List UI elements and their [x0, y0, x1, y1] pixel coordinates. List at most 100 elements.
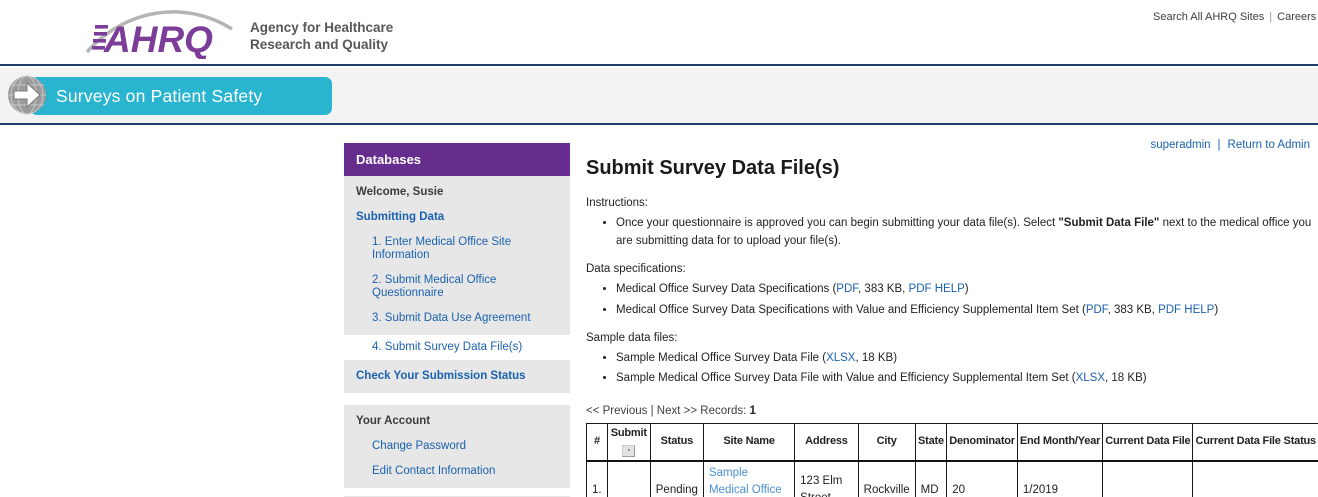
- cell-state: MD: [915, 461, 947, 497]
- nav-separator: |: [1269, 11, 1272, 23]
- submit-data-use-agreement-link[interactable]: 3. Submit Data Use Agreement: [372, 312, 531, 324]
- site-header: AHRQ Agency for Healthcare Research and …: [0, 0, 1318, 66]
- col-header-current-data-file-status: Current Data File Status: [1193, 424, 1318, 461]
- spec2-pdf-help-link[interactable]: PDF HELP: [1158, 304, 1214, 316]
- sample-item: Sample Medical Office Survey Data File (…: [616, 349, 1318, 367]
- sidebar-item-enter-site-information[interactable]: 1. Enter Medical Office Site Information: [344, 230, 570, 268]
- sidebar-your-account: Your Account: [344, 405, 570, 434]
- agency-name-line2: Research and Quality: [250, 37, 393, 54]
- spec-text: , 383 KB,: [858, 283, 909, 295]
- your-account-label: Your Account: [356, 415, 430, 427]
- sidebar-item-submit-data-use-agreement[interactable]: 3. Submit Data Use Agreement: [344, 306, 570, 335]
- col-header-submit: Submit ▪: [607, 424, 650, 461]
- cell-row-number: 1.: [587, 461, 608, 497]
- col-header-site-name: Site Name: [703, 424, 794, 461]
- submitting-data-link[interactable]: Submitting Data: [356, 211, 444, 223]
- program-banner-strip: Surveys on Patient Safety Culture™: [0, 68, 1318, 125]
- instruction-text: Once your questionnaire is approved you …: [616, 217, 1058, 229]
- pagination-top: << Previous | Next >> Records: 1: [586, 403, 1318, 420]
- cell-submit: [607, 461, 650, 497]
- cell-site-name: Sample Medical Office A: [703, 461, 794, 497]
- table-header-row: # Submit ▪ Status Site Name Address City…: [587, 424, 1318, 461]
- sample2-xlsx-link[interactable]: XLSX: [1076, 372, 1105, 384]
- sidebar-item-submitting-data[interactable]: Submitting Data: [344, 205, 570, 230]
- instructions-label: Instructions:: [586, 195, 1318, 212]
- trademark-symbol: ™: [114, 129, 122, 138]
- col-header-number: #: [587, 424, 608, 461]
- cell-address: 123 Elm Street: [795, 461, 859, 497]
- nav-careers[interactable]: Careers: [1277, 11, 1316, 23]
- sidebar-item-submit-survey-data-files[interactable]: 4. Submit Survey Data File(s): [344, 335, 570, 360]
- col-header-submit-label: Submit: [610, 426, 648, 442]
- sample-text: Sample Medical Office Survey Data File (: [616, 352, 826, 364]
- main-content: Submit Survey Data File(s) Instructions:…: [586, 148, 1318, 497]
- col-header-state: State: [915, 424, 947, 461]
- sidebar-item-edit-contact-information[interactable]: Edit Contact Information: [344, 459, 570, 488]
- top-utility-nav: Search All AHRQ Sites|Careers|Contact Us: [1153, 11, 1318, 23]
- previous-page-control[interactable]: << Previous: [586, 405, 647, 417]
- pagination-separator: |: [651, 405, 654, 417]
- submit-survey-data-files-link[interactable]: 4. Submit Survey Data File(s): [372, 341, 522, 353]
- sample-text: Sample Medical Office Survey Data File w…: [616, 372, 1076, 384]
- instruction-item: Once your questionnaire is approved you …: [616, 214, 1318, 251]
- nav-search-all-ahrq-sites[interactable]: Search All AHRQ Sites: [1153, 11, 1264, 23]
- cell-city: Rockville: [858, 461, 915, 497]
- next-page-control[interactable]: Next >>: [657, 405, 697, 417]
- ahrq-logo-graphic: AHRQ: [84, 5, 236, 59]
- agency-name: Agency for Healthcare Research and Quali…: [250, 20, 393, 54]
- sample1-xlsx-link[interactable]: XLSX: [826, 352, 855, 364]
- col-header-city: City: [858, 424, 915, 461]
- sample-files-label: Sample data files:: [586, 330, 1318, 347]
- sidebar-gap: [344, 393, 570, 405]
- records-count: 1: [750, 405, 756, 417]
- agency-name-line1: Agency for Healthcare: [250, 20, 393, 37]
- sidebar-welcome: Welcome, Susie: [344, 176, 570, 205]
- col-header-current-data-file: Current Data File: [1103, 424, 1193, 461]
- instructions-list: Once your questionnaire is approved you …: [586, 214, 1318, 251]
- sidebar-nav: Databases Welcome, Susie Submitting Data…: [344, 143, 570, 497]
- sidebar-item-submit-questionnaire[interactable]: 2. Submit Medical Office Questionnaire: [344, 268, 570, 306]
- spec-text: , 383 KB,: [1108, 304, 1159, 316]
- page-title: Submit Survey Data File(s): [586, 154, 1318, 183]
- spec1-pdf-help-link[interactable]: PDF HELP: [909, 283, 965, 295]
- col-header-end-month-year: End Month/Year: [1017, 424, 1102, 461]
- check-submission-status-link[interactable]: Check Your Submission Status: [356, 370, 526, 382]
- spec-text: ): [965, 283, 969, 295]
- col-header-address: Address: [795, 424, 859, 461]
- change-password-link[interactable]: Change Password: [372, 440, 466, 452]
- survey-data-table: # Submit ▪ Status Site Name Address City…: [586, 423, 1318, 497]
- edit-contact-information-link[interactable]: Edit Contact Information: [372, 465, 495, 477]
- cell-end-month-year: 1/2019: [1017, 461, 1102, 497]
- instruction-bold-text: "Submit Data File": [1058, 217, 1159, 229]
- cell-current-data-file: [1103, 461, 1193, 497]
- sample-text: , 18 KB): [1105, 372, 1147, 384]
- sidebar-item-check-submission-status[interactable]: Check Your Submission Status: [344, 360, 570, 393]
- col-header-denominator: Denominator: [947, 424, 1018, 461]
- spec1-pdf-link[interactable]: PDF: [836, 283, 858, 295]
- ahrq-logo[interactable]: AHRQ Agency for Healthcare Research and …: [84, 5, 393, 59]
- sample-text: , 18 KB): [855, 352, 897, 364]
- sidebar-item-change-password[interactable]: Change Password: [344, 434, 570, 459]
- logo-text: AHRQ: [103, 19, 213, 59]
- cell-current-data-file-status: [1193, 461, 1318, 497]
- spec-text: ): [1214, 304, 1218, 316]
- submit-sort-icon[interactable]: ▪: [622, 445, 635, 457]
- spec-item: Medical Office Survey Data Specification…: [616, 280, 1318, 298]
- globe-arrow-icon: [4, 72, 51, 119]
- enter-site-information-link[interactable]: 1. Enter Medical Office Site Information: [372, 236, 511, 261]
- col-header-status: Status: [650, 424, 703, 461]
- sidebar-gap: [344, 488, 570, 496]
- spec-text: Medical Office Survey Data Specification…: [616, 283, 836, 295]
- site-name-link[interactable]: Sample Medical Office A: [709, 467, 782, 497]
- sample-files-list: Sample Medical Office Survey Data File (…: [586, 349, 1318, 388]
- welcome-label: Welcome, Susie: [356, 186, 443, 198]
- spec2-pdf-link[interactable]: PDF: [1086, 304, 1108, 316]
- sample-item: Sample Medical Office Survey Data File w…: [616, 369, 1318, 387]
- data-specifications-label: Data specifications:: [586, 261, 1318, 278]
- cell-status: Pending: [650, 461, 703, 497]
- table-row: 1. Pending Sample Medical Office A 123 E…: [587, 461, 1318, 497]
- sops-banner-title: Surveys on Patient Safety Culture: [56, 86, 262, 147]
- submit-questionnaire-link[interactable]: 2. Submit Medical Office Questionnaire: [372, 274, 496, 299]
- spec-item: Medical Office Survey Data Specification…: [616, 301, 1318, 319]
- spec-text: Medical Office Survey Data Specification…: [616, 304, 1086, 316]
